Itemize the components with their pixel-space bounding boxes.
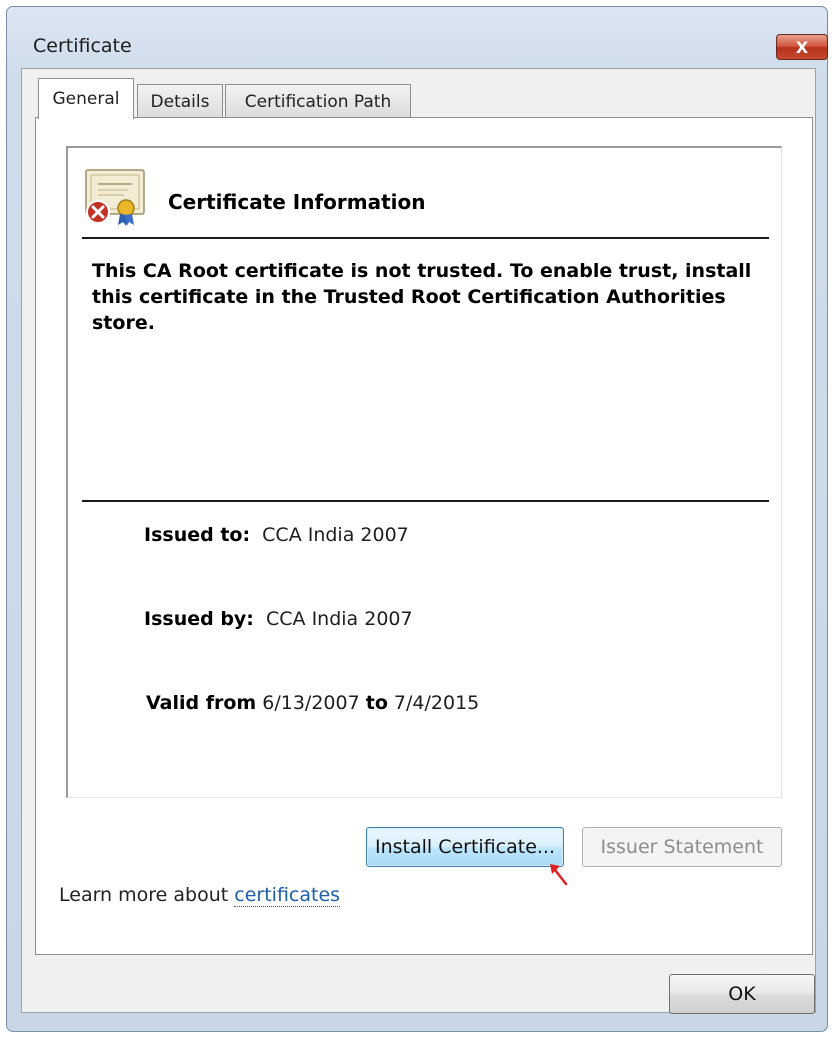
issued-to-label: Issued to: bbox=[144, 524, 251, 546]
tab-general-label: General bbox=[52, 89, 120, 109]
valid-to-label: to bbox=[365, 692, 388, 714]
learn-more-line: Learn more about certificates bbox=[59, 884, 341, 907]
certificates-link[interactable]: certificates bbox=[234, 884, 341, 907]
issued-by-row: Issued by: CCA India 2007 bbox=[144, 608, 413, 630]
certificate-info-title: Certificate Information bbox=[168, 190, 426, 214]
valid-from-value: 6/13/2007 bbox=[262, 692, 360, 714]
ok-button[interactable]: OK bbox=[669, 974, 815, 1014]
divider-bottom bbox=[82, 500, 769, 502]
install-certificate-button[interactable]: Install Certificate... bbox=[366, 827, 564, 867]
validity-row: Valid from 6/13/2007 to 7/4/2015 bbox=[146, 692, 479, 714]
tab-general[interactable]: General bbox=[38, 78, 134, 119]
valid-from-label: Valid from bbox=[146, 692, 257, 714]
close-button[interactable]: X bbox=[776, 34, 828, 60]
tab-certification-path[interactable]: Certification Path bbox=[225, 84, 411, 118]
window-title: Certificate bbox=[33, 35, 132, 57]
certificate-error-icon bbox=[85, 169, 145, 226]
trust-warning-text: This CA Root certificate is not trusted.… bbox=[92, 260, 752, 334]
mouse-cursor-icon bbox=[550, 864, 568, 886]
learn-more-text: Learn more about bbox=[59, 884, 229, 906]
issuer-statement-button: Issuer Statement bbox=[582, 827, 782, 867]
close-icon: X bbox=[795, 37, 809, 57]
tab-details-label: Details bbox=[150, 91, 210, 112]
issued-by-value: CCA India 2007 bbox=[266, 608, 413, 630]
install-certificate-label: Install Certificate... bbox=[374, 836, 556, 858]
issued-to-row: Issued to: CCA India 2007 bbox=[144, 524, 409, 546]
issuer-statement-label: Issuer Statement bbox=[600, 836, 764, 858]
ok-label: OK bbox=[728, 983, 756, 1005]
issued-to-value: CCA India 2007 bbox=[262, 524, 409, 546]
tab-certification-path-label: Certification Path bbox=[244, 91, 392, 112]
issued-by-label: Issued by: bbox=[144, 608, 254, 630]
tab-details[interactable]: Details bbox=[137, 84, 223, 118]
valid-to-value: 7/4/2015 bbox=[393, 692, 480, 714]
divider-top bbox=[82, 237, 769, 239]
